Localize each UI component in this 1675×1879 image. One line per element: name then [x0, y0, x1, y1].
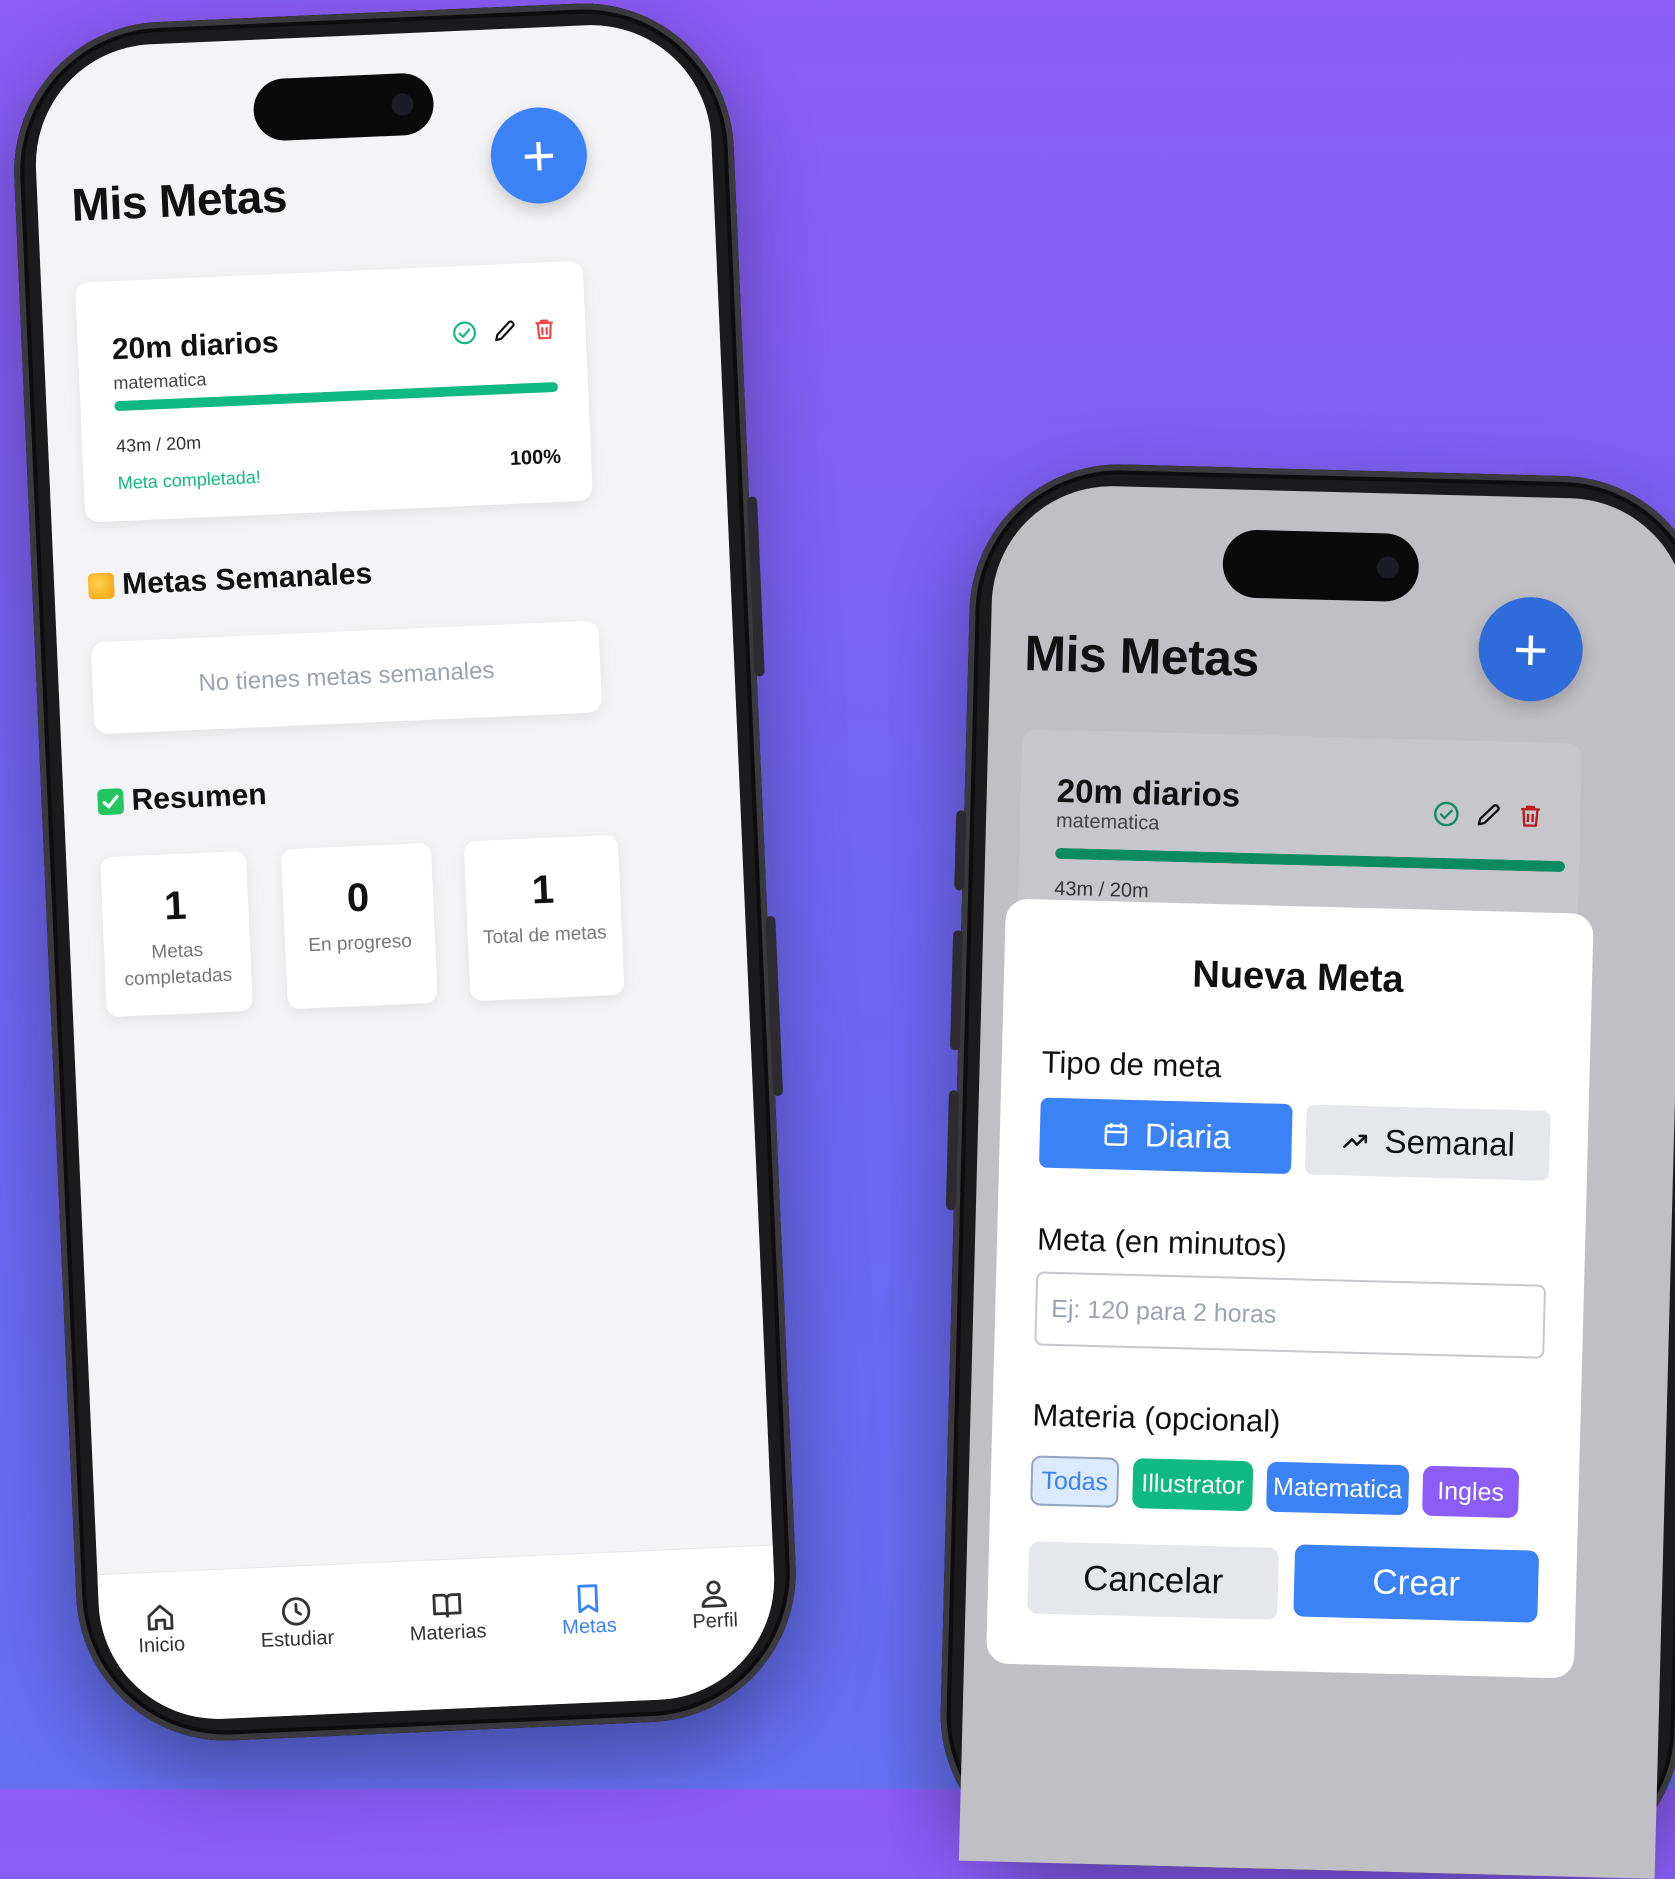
trash-icon[interactable]	[531, 316, 558, 348]
home-icon	[147, 1604, 174, 1631]
phone-frame-left: Mis Metas + 20m diarios matematica 43m /…	[7, 0, 803, 1747]
minutes-label: Meta (en minutos)	[1036, 1221, 1288, 1264]
stat-value: 0	[346, 875, 371, 921]
weekly-section-title: Metas Semanales	[87, 557, 373, 603]
plus-icon: +	[1512, 615, 1550, 684]
tab-inicio[interactable]: Inicio	[136, 1599, 188, 1722]
subject-label: Materia (opcional)	[1032, 1397, 1281, 1439]
plus-icon: +	[520, 122, 558, 189]
modal-title: Nueva Meta	[1191, 953, 1405, 1001]
goal-percent: 100%	[509, 445, 562, 471]
goal-subject: matematica	[112, 369, 207, 394]
user-icon	[701, 1580, 728, 1608]
subject-chip-ingles[interactable]: Ingles	[1421, 1465, 1520, 1519]
goal-type-label: Tipo de meta	[1041, 1044, 1222, 1085]
page-title: Mis Metas	[1023, 624, 1260, 688]
tab-perfil[interactable]: Perfil	[691, 1575, 742, 1698]
weekly-empty-text: No tienes metas semanales	[197, 656, 495, 697]
bottom-tab-bar: Inicio Estudiar Materias Metas Perfil	[97, 1544, 780, 1724]
stat-label: Total de metas	[482, 922, 608, 949]
goal-card: 20m diarios matematica 43m / 20m Meta co…	[74, 260, 593, 523]
face-emoji-icon	[87, 572, 115, 600]
calendar-icon	[1104, 1123, 1128, 1146]
add-goal-button[interactable]: +	[488, 105, 589, 206]
cancel-button[interactable]: Cancelar	[1027, 1541, 1280, 1620]
summary-section-title: Resumen	[97, 778, 267, 819]
subject-chip-todas[interactable]: Todas	[1030, 1455, 1120, 1508]
goal-subject: matematica	[1055, 809, 1160, 835]
clock-icon	[282, 1597, 311, 1626]
phone-frame-right: Mis Metas + 20m diarios matematica 43m /…	[936, 460, 1675, 1879]
stat-card: 0 En progreso	[280, 842, 438, 1010]
tab-materias[interactable]: Materias	[408, 1586, 490, 1710]
stat-value: 1	[530, 867, 555, 913]
check-circle-icon[interactable]	[451, 319, 478, 351]
type-weekly-button[interactable]: Semanal	[1304, 1104, 1551, 1181]
new-goal-modal: Nueva Meta Tipo de meta Diaria Semanal M…	[985, 898, 1594, 1679]
stat-value: 1	[163, 883, 188, 929]
goal-title: 20m diarios	[111, 326, 280, 367]
subject-chip-matematica[interactable]: Matematica	[1266, 1461, 1410, 1516]
subject-chip-illustrator[interactable]: Illustrator	[1132, 1458, 1254, 1512]
minutes-input[interactable]	[1034, 1271, 1547, 1359]
check-circle-icon[interactable]	[1432, 800, 1461, 834]
trending-up-icon	[1342, 1134, 1368, 1148]
stat-label: En progreso	[307, 930, 413, 957]
page-title: Mis Metas	[70, 169, 288, 231]
dynamic-island	[252, 72, 435, 142]
tab-metas[interactable]: Metas	[560, 1581, 620, 1704]
pencil-icon[interactable]	[1474, 801, 1503, 835]
goal-progress-bar	[1055, 847, 1566, 873]
stat-label: Metas completadas	[124, 939, 233, 990]
trash-icon[interactable]	[1516, 802, 1545, 836]
book-icon	[432, 1592, 462, 1618]
add-goal-button[interactable]: +	[1477, 595, 1585, 703]
stat-card: 1 Total de metas	[463, 834, 625, 1002]
pencil-icon[interactable]	[491, 318, 518, 350]
stat-card: 1 Metas completadas	[100, 850, 253, 1018]
goal-progress-fill	[1055, 847, 1566, 873]
type-daily-button[interactable]: Diaria	[1038, 1097, 1293, 1175]
new-goal-screen: Mis Metas + 20m diarios matematica 43m /…	[958, 483, 1675, 1879]
dynamic-island	[1221, 529, 1420, 603]
create-button[interactable]: Crear	[1293, 1544, 1540, 1623]
goal-title: 20m diarios	[1056, 771, 1241, 814]
check-box-icon	[97, 788, 125, 816]
weekly-empty-card: No tienes metas semanales	[90, 620, 603, 735]
goal-status: Meta completada!	[117, 466, 262, 494]
bookmark-icon	[577, 1584, 599, 1614]
tab-estudiar[interactable]: Estudiar	[259, 1593, 338, 1717]
goal-progress-text: 43m / 20m	[115, 432, 202, 457]
metas-screen: Mis Metas + 20m diarios matematica 43m /…	[30, 20, 780, 1724]
